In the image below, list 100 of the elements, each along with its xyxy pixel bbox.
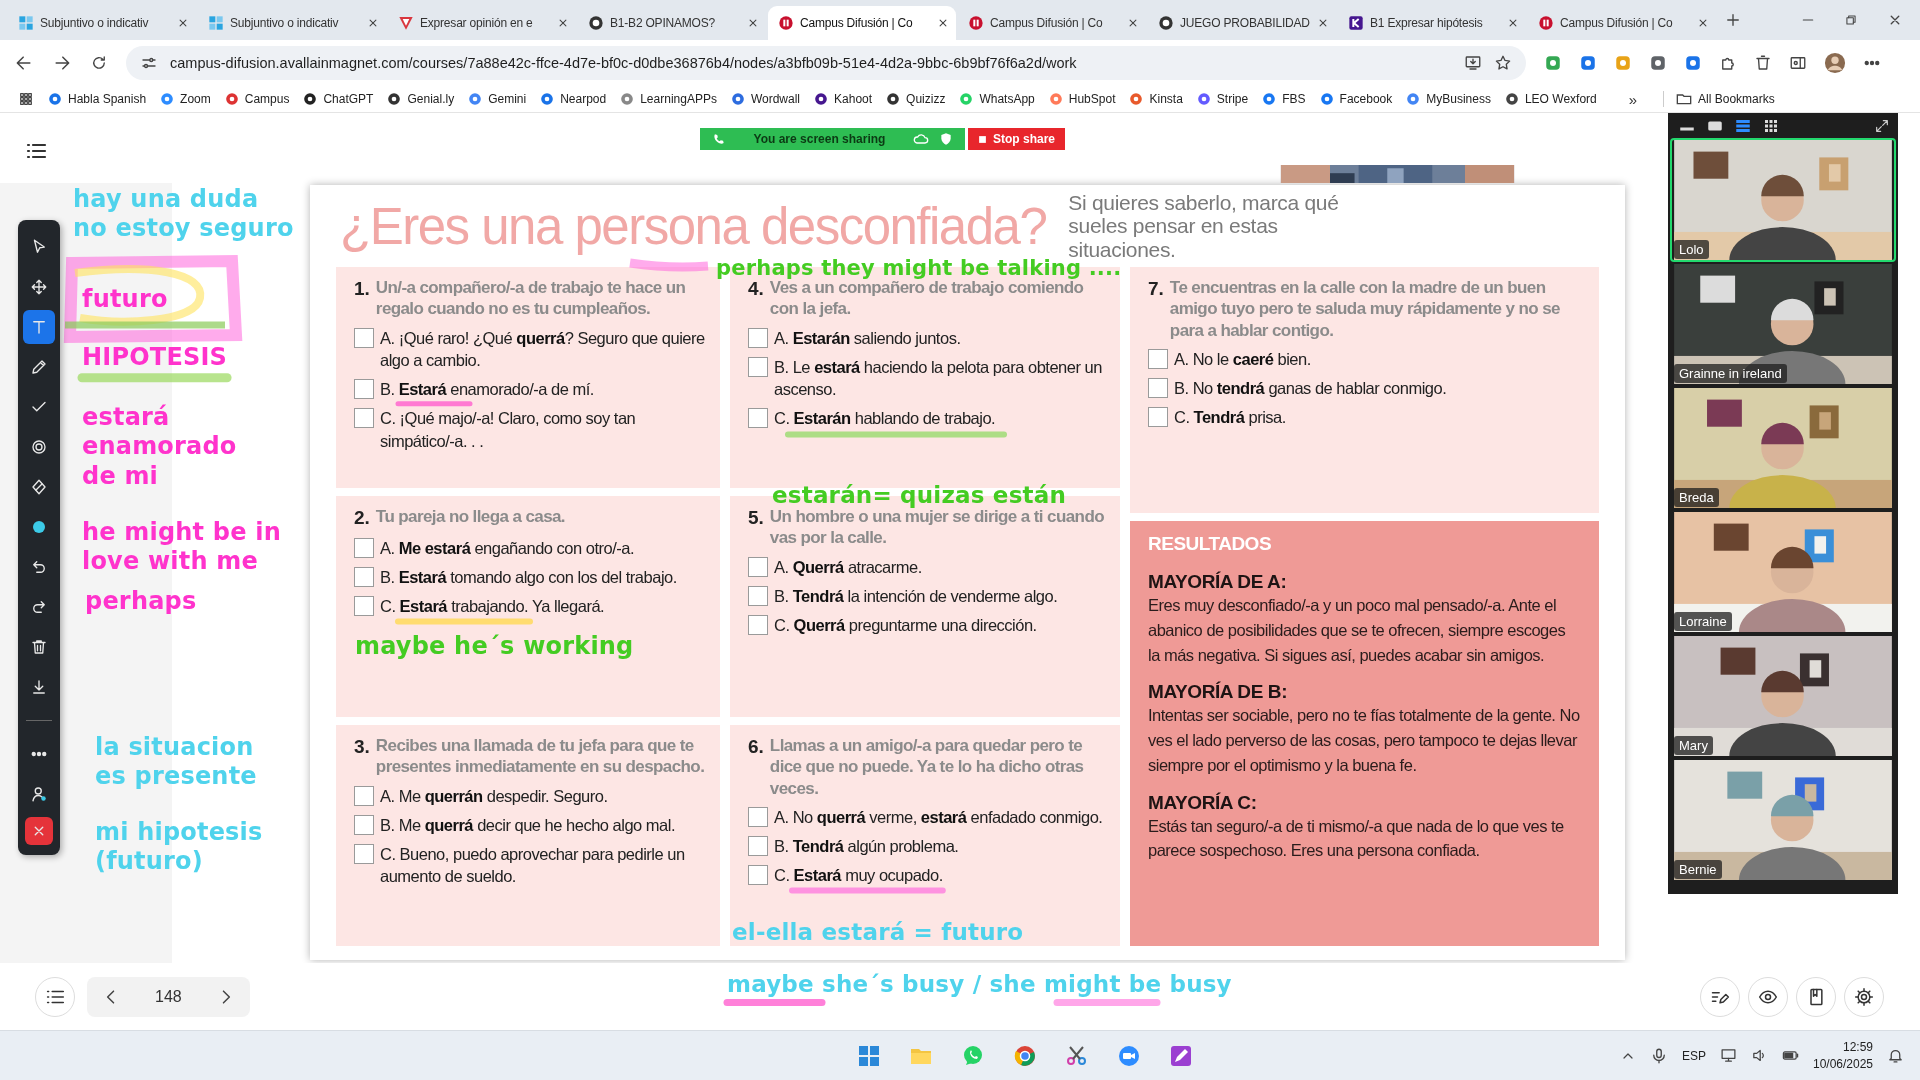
view-button[interactable]	[1748, 976, 1788, 1017]
tab-title[interactable]: Campus Difusión | Co	[800, 16, 930, 30]
reload-icon[interactable]	[90, 54, 108, 72]
bookmark-link[interactable]: Campus	[224, 92, 290, 106]
page-number[interactable]: 148	[155, 987, 182, 1006]
bookmark-link[interactable]: HubSpot	[1048, 92, 1116, 106]
side-panel-icon[interactable]	[1789, 54, 1807, 72]
install-icon[interactable]	[1464, 54, 1482, 72]
bookmark-label[interactable]: Kahoot	[834, 92, 873, 106]
apps-grid-icon[interactable]	[18, 91, 34, 107]
bookmark-label[interactable]: Habla Spanish	[68, 92, 147, 106]
bookmark-label[interactable]: FBS	[1282, 92, 1306, 106]
clock-time[interactable]: 12:59	[1843, 1039, 1873, 1056]
bookmark-link[interactable]: FBS	[1262, 92, 1306, 106]
monitor-icon[interactable]	[1719, 1047, 1737, 1064]
avatar-icon[interactable]	[1824, 52, 1846, 74]
bookmark-label[interactable]: Quizizz	[906, 92, 946, 106]
bookmark-link[interactable]: Facebook	[1319, 92, 1393, 106]
star-icon[interactable]	[1494, 54, 1512, 72]
notification-icon[interactable]	[1887, 1047, 1904, 1064]
bookmark-label[interactable]: MyBusiness	[1426, 92, 1491, 106]
bookmark-label[interactable]: WhatsApp	[979, 92, 1035, 106]
bookmark-link[interactable]: Gemini	[468, 92, 527, 106]
bookmark-link[interactable]: ChatGPT	[303, 92, 374, 106]
bookmark-link[interactable]: Stripe	[1196, 92, 1249, 106]
bookmark-link[interactable]: WhatsApp	[959, 92, 1035, 106]
bookmark-link[interactable]: Habla Spanish	[48, 92, 147, 106]
checkbox[interactable]	[354, 408, 374, 429]
tab-title[interactable]: B1-B2 OPINAMOS?	[610, 16, 740, 30]
bookmark-link[interactable]: MyBusiness	[1406, 92, 1491, 106]
address-bar[interactable]: campus-difusion.avallainmagnet.com/courses/7a88e42c-ffce-4d7e-bf0c-d0dbe36876b4/nodes/a3bfb09b-51e4-4d2a-9bbc-6b9bf76f6a2d/work	[126, 46, 1526, 80]
bookmark-link[interactable]: Zoom	[160, 92, 211, 106]
plus-icon[interactable]	[1724, 11, 1742, 29]
url-text[interactable]: campus-difusion.avallainmagnet.com/courses/7a88e42c-ffce-4d7e-bf0c-d0dbe36876b4/nodes/a3bfb09b-51e4-4d2a-9bbc-6b9bf76f6a2d/work	[170, 55, 1077, 71]
browser-tab[interactable]: B1-B2 OPINAMOS?	[578, 6, 766, 40]
checkbox[interactable]	[354, 596, 374, 617]
checkbox[interactable]	[1148, 378, 1168, 398]
bookmark-link[interactable]: Quizizz	[886, 92, 946, 106]
bookmark-label[interactable]: Facebook	[1339, 92, 1393, 106]
checkbox[interactable]	[748, 585, 768, 606]
bookmark-label[interactable]: Kinsta	[1149, 92, 1183, 106]
tab-title[interactable]: Campus Difusión | Co	[990, 16, 1120, 30]
checkbox[interactable]	[354, 844, 374, 865]
browser-tab[interactable]: Campus Difusión | Co	[768, 6, 956, 40]
bookmark-button[interactable]	[1796, 976, 1836, 1017]
browser-tab[interactable]: Expresar opinión en e	[388, 6, 576, 40]
browser-tab[interactable]: Campus Difusión | Co	[1528, 6, 1716, 40]
tool-button[interactable]	[23, 310, 55, 344]
checkbox[interactable]	[748, 806, 768, 827]
checkbox[interactable]	[748, 836, 768, 856]
stop-share-button[interactable]: Stop share	[968, 128, 1065, 150]
more-bookmarks-button[interactable]: »	[1628, 90, 1638, 108]
tab-title[interactable]: Expresar opinión en e	[420, 16, 550, 30]
browser-tab[interactable]: Subjuntivo o indicativ	[8, 6, 196, 40]
tab-title[interactable]: Campus Difusión | Co	[1560, 16, 1690, 30]
bookmark-label[interactable]: Campus	[244, 92, 290, 106]
bookmark-link[interactable]: Wordwall	[730, 92, 801, 106]
bookmark-label[interactable]: ChatGPT	[323, 92, 374, 106]
bookmark-label[interactable]: Gemini	[488, 92, 527, 106]
annotate-button[interactable]	[1700, 976, 1740, 1017]
tool-button[interactable]	[25, 817, 53, 845]
all-bookmarks-button[interactable]: All Bookmarks	[1663, 91, 1775, 107]
checkbox[interactable]	[748, 408, 768, 429]
bookmark-label[interactable]: All Bookmarks	[1698, 92, 1775, 106]
checkbox[interactable]	[354, 814, 374, 835]
checkbox[interactable]	[354, 327, 374, 348]
tab-title[interactable]: Subjuntivo o indicativ	[230, 16, 360, 30]
bookmark-label[interactable]: Zoom	[180, 92, 211, 106]
bookmark-link[interactable]: Genial.ly	[387, 92, 455, 106]
bookmark-label[interactable]: Genial.ly	[407, 92, 455, 106]
trash-icon[interactable]	[1754, 54, 1772, 72]
bookmark-label[interactable]: Nearpod	[560, 92, 607, 106]
expand-icon[interactable]	[1874, 117, 1890, 134]
browser-tab[interactable]: Campus Difusión | Co	[958, 6, 1146, 40]
bookmark-link[interactable]: Kahoot	[814, 92, 873, 106]
checkbox[interactable]	[748, 556, 768, 577]
bookmark-label[interactable]: Stripe	[1216, 92, 1249, 106]
checkbox[interactable]	[748, 327, 768, 348]
checkbox[interactable]	[354, 785, 374, 806]
tab-title[interactable]: Subjuntivo o indicativ	[40, 16, 170, 30]
bookmark-link[interactable]: Nearpod	[540, 92, 607, 106]
browser-tab[interactable]: Subjuntivo o indicativ	[198, 6, 386, 40]
bookmark-label[interactable]: LEO Wexford	[1524, 92, 1597, 106]
bookmark-label[interactable]: HubSpot	[1068, 92, 1116, 106]
restore-icon[interactable]	[1844, 13, 1858, 27]
bookmark-link[interactable]: Kinsta	[1129, 92, 1183, 106]
checkbox[interactable]	[748, 865, 768, 886]
checkbox[interactable]	[748, 615, 768, 636]
checkbox[interactable]	[354, 537, 374, 558]
browser-tab[interactable]: JUEGO PROBABILIDAD	[1148, 6, 1336, 40]
bookmark-link[interactable]: LEO Wexford	[1504, 92, 1597, 106]
checkbox[interactable]	[1148, 348, 1168, 369]
settings-button[interactable]	[1844, 976, 1884, 1017]
checkbox[interactable]	[354, 567, 374, 587]
language-indicator[interactable]: ESP	[1681, 1048, 1706, 1063]
tab-title[interactable]: B1 Expresar hipótesis	[1370, 16, 1500, 30]
checkbox[interactable]	[748, 356, 768, 377]
clock-date[interactable]: 10/06/2025	[1812, 1055, 1873, 1072]
bookmark-link[interactable]: LearningAPPs	[620, 92, 717, 106]
tab-title[interactable]: JUEGO PROBABILIDAD	[1180, 16, 1310, 30]
